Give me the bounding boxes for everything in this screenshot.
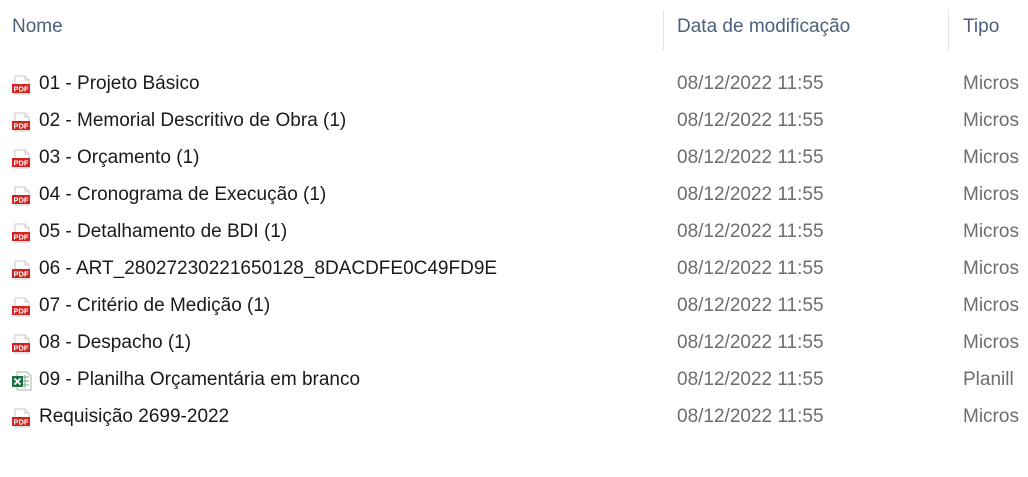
file-date-modified: 08/12/2022 11:55 [677,221,824,242]
file-row[interactable]: 09 - Planilha Orçamentária em branco 08/1… [0,362,1028,399]
column-divider[interactable] [948,10,949,50]
file-name[interactable]: 01 - Projeto Básico [39,73,200,95]
file-type: Micros [963,332,1019,353]
file-date-modified: 08/12/2022 11:55 [677,332,824,353]
pdf-file-icon: PDF [12,260,32,280]
file-date-modified: 08/12/2022 11:55 [677,295,824,316]
pdf-file-icon: PDF [12,297,32,317]
file-name[interactable]: 02 - Memorial Descritivo de Obra (1) [39,110,346,132]
svg-text:PDF: PDF [14,233,29,242]
svg-text:PDF: PDF [14,270,29,279]
file-name[interactable]: 05 - Detalhamento de BDI (1) [39,221,287,243]
file-date-modified: 08/12/2022 11:55 [677,147,824,168]
svg-text:PDF: PDF [14,159,29,168]
file-type: Micros [963,73,1019,94]
file-date-modified: 08/12/2022 11:55 [677,110,824,131]
file-type: Planill [963,369,1014,390]
file-date-modified: 08/12/2022 11:55 [677,258,824,279]
file-row[interactable]: PDF 03 - Orçamento (1) 08/12/2022 11:55 Mic… [0,140,1028,177]
excel-file-icon [12,371,32,391]
svg-text:PDF: PDF [14,307,29,316]
file-type: Micros [963,147,1019,168]
column-divider[interactable] [663,10,664,50]
pdf-file-icon: PDF [12,149,32,169]
column-header-bar: Nome Data de modificação Tipo [0,0,1028,58]
file-row[interactable]: PDF 08 - Despacho (1) 08/12/2022 11:55 Micr… [0,325,1028,362]
pdf-file-icon: PDF [12,112,32,132]
svg-text:PDF: PDF [14,85,29,94]
file-row[interactable]: PDF 05 - Detalhamento de BDI (1) 08/12/202… [0,214,1028,251]
pdf-file-icon: PDF [12,334,32,354]
file-row[interactable]: PDF 04 - Cronograma de Execução (1) 08/12/… [0,177,1028,214]
file-list: PDF 01 - Projeto Básico 08/12/2022 11:55 Mi… [0,66,1028,436]
file-date-modified: 08/12/2022 11:55 [677,406,824,427]
file-name[interactable]: Requisição 2699-2022 [39,406,229,428]
file-row[interactable]: PDF 02 - Memorial Descritivo de Obra (1) 0… [0,103,1028,140]
file-date-modified: 08/12/2022 11:55 [677,369,824,390]
pdf-file-icon: PDF [12,408,32,428]
svg-text:PDF: PDF [14,418,29,427]
file-date-modified: 08/12/2022 11:55 [677,73,824,94]
file-type: Micros [963,221,1019,242]
file-date-modified: 08/12/2022 11:55 [677,184,824,205]
column-header-type[interactable]: Tipo [963,16,999,38]
svg-text:PDF: PDF [14,196,29,205]
file-type: Micros [963,295,1019,316]
column-header-date-modified[interactable]: Data de modificação [677,16,850,38]
svg-text:PDF: PDF [14,122,29,131]
file-name[interactable]: 06 - ART_28027230221650128_8DACDFE0C49FD… [39,258,497,280]
svg-text:PDF: PDF [14,344,29,353]
file-type: Micros [963,406,1019,427]
file-row[interactable]: PDF 07 - Critério de Medição (1) 08/12/202… [0,288,1028,325]
file-row[interactable]: PDF 06 - ART_28027230221650128_8DACDFE0C4… [0,251,1028,288]
pdf-file-icon: PDF [12,223,32,243]
file-name[interactable]: 08 - Despacho (1) [39,332,191,354]
file-row[interactable]: PDF Requisição 2699-2022 08/12/2022 11:55 M… [0,399,1028,436]
file-name[interactable]: 09 - Planilha Orçamentária em branco [39,369,360,391]
file-name[interactable]: 03 - Orçamento (1) [39,147,200,169]
column-header-name[interactable]: Nome [12,16,63,38]
file-type: Micros [963,110,1019,131]
file-row[interactable]: PDF 01 - Projeto Básico 08/12/2022 11:55 Mi… [0,66,1028,103]
pdf-file-icon: PDF [12,186,32,206]
pdf-file-icon: PDF [12,75,32,95]
file-type: Micros [963,258,1019,279]
file-name[interactable]: 04 - Cronograma de Execução (1) [39,184,326,206]
file-type: Micros [963,184,1019,205]
file-name[interactable]: 07 - Critério de Medição (1) [39,295,270,317]
